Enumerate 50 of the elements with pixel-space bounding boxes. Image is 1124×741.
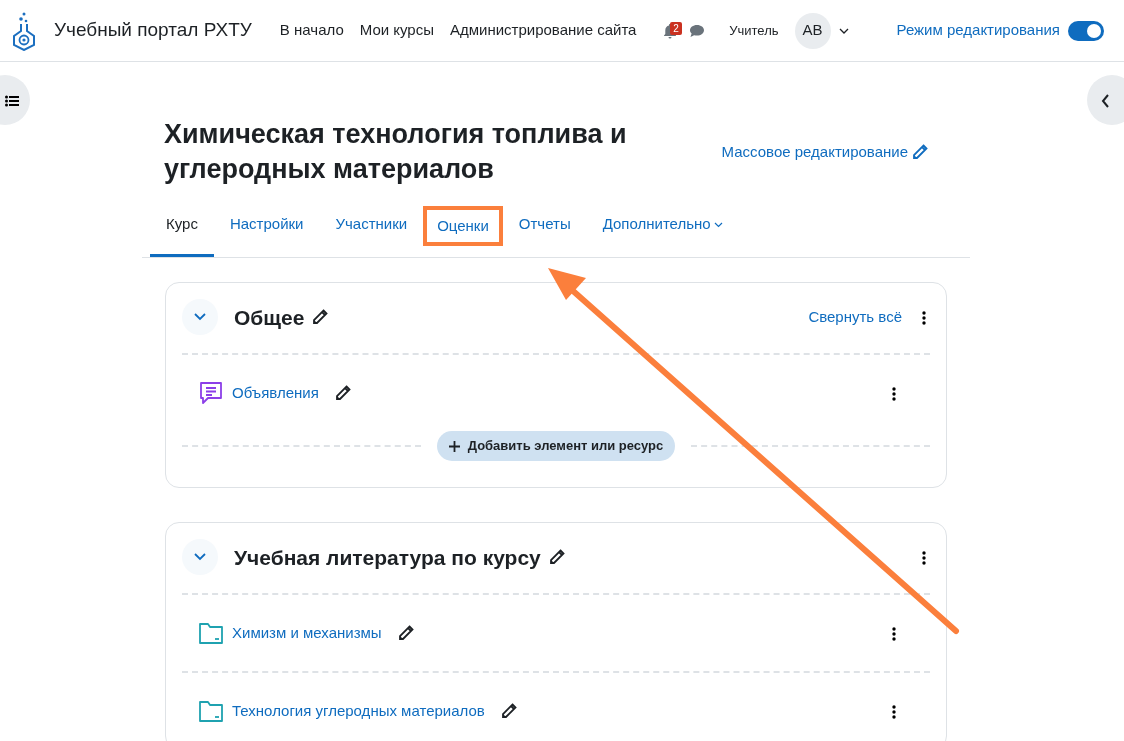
list-icon: [5, 94, 19, 107]
caret-icon[interactable]: [838, 28, 849, 35]
chevron-left-icon: [1100, 93, 1110, 108]
kebab-icon: [892, 704, 896, 719]
course-tab[interactable]: Отчеты: [502, 195, 587, 258]
kebab-icon: [922, 550, 926, 565]
course-tab[interactable]: Настройки: [213, 195, 320, 258]
block-drawer-button[interactable]: [1087, 75, 1124, 125]
activity-link[interactable]: Объявления: [232, 381, 319, 405]
pencil-icon[interactable]: [334, 385, 351, 402]
chevron-down-icon: [194, 313, 206, 322]
activity-link[interactable]: Химизм и механизмы: [232, 621, 382, 645]
nav-link[interactable]: Мои курсы: [359, 19, 434, 42]
course-tab[interactable]: Курс: [150, 195, 214, 258]
collapse-button[interactable]: [182, 299, 218, 336]
plus-icon: [448, 440, 460, 452]
role-label: Учитель: [729, 21, 779, 40]
folder-icon: [198, 621, 224, 646]
folder-icon: [198, 699, 224, 724]
kebab-icon: [892, 626, 896, 641]
pencil-icon[interactable]: [500, 703, 517, 720]
forum-icon: [198, 380, 224, 407]
course-tab[interactable]: Участники: [319, 195, 424, 258]
section-title: Учебная литература по курсу: [234, 544, 541, 570]
add-activity-button[interactable]: Добавить элемент или ресурс: [436, 431, 676, 461]
nav-link[interactable]: Администрирование сайта: [450, 19, 637, 42]
edit-mode-label: Режим редактирования: [896, 20, 1060, 41]
chevron-down-icon: [194, 553, 206, 562]
collapse-button[interactable]: [182, 539, 218, 576]
pencil-icon[interactable]: [312, 309, 329, 326]
site-name[interactable]: Учебный портал РХТУ: [54, 16, 252, 45]
kebab-icon: [892, 386, 896, 401]
chat-icon: [689, 24, 706, 39]
section-title: Общее: [234, 304, 305, 330]
kebab-icon: [922, 310, 926, 325]
bulk-edit-link[interactable]: Массовое редактирование: [721, 141, 928, 164]
pencil-icon: [912, 144, 928, 161]
user-avatar[interactable]: AB: [794, 12, 831, 49]
course-tab[interactable]: Оценки: [423, 206, 503, 247]
logo-icon[interactable]: [10, 10, 38, 51]
notifications-button[interactable]: 2: [659, 15, 682, 46]
pencil-icon[interactable]: [397, 625, 414, 642]
course-title: Химическая технология топлива и углеродных материалов: [164, 118, 628, 187]
nav-link[interactable]: В начало: [279, 19, 344, 42]
collapse-all-link[interactable]: Свернуть всё: [808, 305, 902, 329]
edit-mode-toggle[interactable]: [1068, 20, 1104, 41]
activity-link[interactable]: Технология углеродных материалов: [232, 699, 485, 723]
notification-count: 2: [670, 21, 682, 35]
pencil-icon[interactable]: [548, 549, 565, 566]
course-tab[interactable]: Дополнительно: [586, 195, 739, 258]
